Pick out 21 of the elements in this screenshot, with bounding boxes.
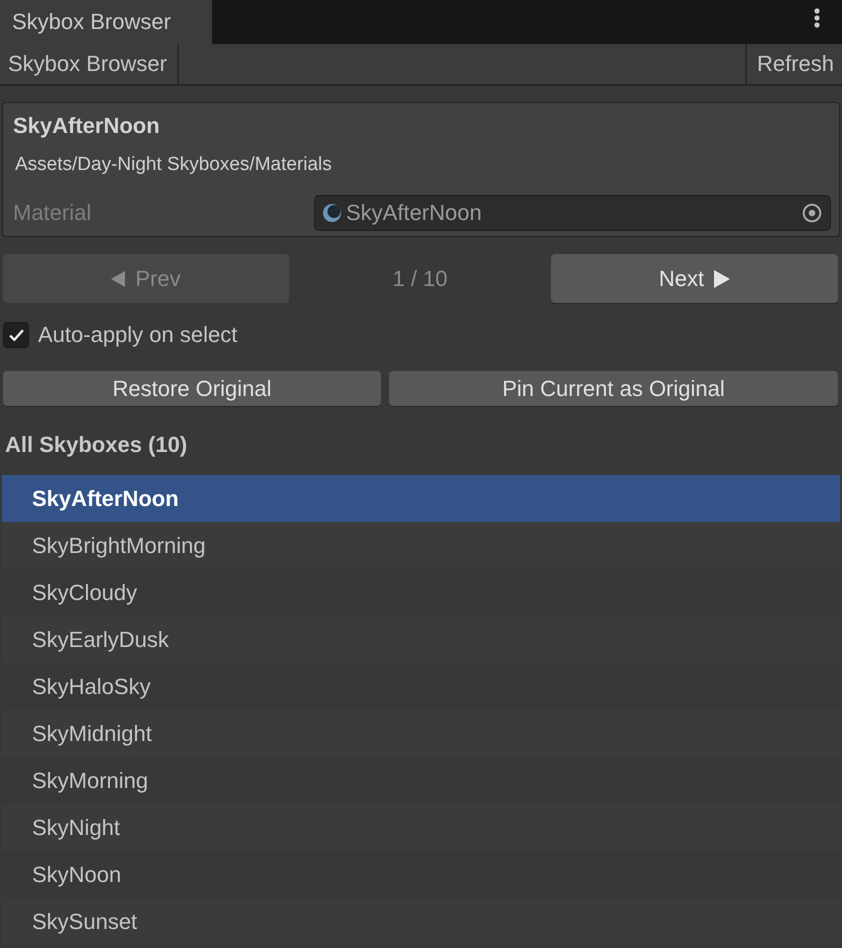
material-field[interactable]: SkyAfterNoon: [314, 195, 831, 231]
crescent-icon: [322, 203, 342, 223]
list-heading: All Skyboxes (10): [5, 431, 188, 459]
window-tab[interactable]: Skybox Browser: [0, 0, 212, 44]
restore-original-button[interactable]: Restore Original: [3, 371, 381, 406]
triangle-right-icon: [714, 270, 730, 288]
skybox-name: SkyAfterNoon: [13, 112, 160, 140]
more-options-icon[interactable]: [814, 8, 820, 28]
next-button[interactable]: Next: [551, 254, 838, 303]
auto-apply-checkbox[interactable]: [3, 322, 29, 348]
object-picker-icon[interactable]: [802, 203, 822, 223]
page-counter: 1 / 10: [392, 266, 448, 292]
toolbar-title: Skybox Browser: [0, 44, 179, 84]
skybox-list-item[interactable]: SkyAfterNoon: [2, 475, 840, 522]
triangle-left-icon: [111, 270, 126, 286]
auto-apply-label: Auto-apply on select: [38, 322, 238, 348]
asset-path: Assets/Day-Night Skyboxes/Materials: [15, 153, 332, 177]
material-value: SkyAfterNoon: [346, 200, 482, 226]
checkmark-icon: [8, 329, 24, 341]
pin-current-button[interactable]: Pin Current as Original: [389, 371, 838, 406]
material-label: Material: [13, 200, 92, 226]
